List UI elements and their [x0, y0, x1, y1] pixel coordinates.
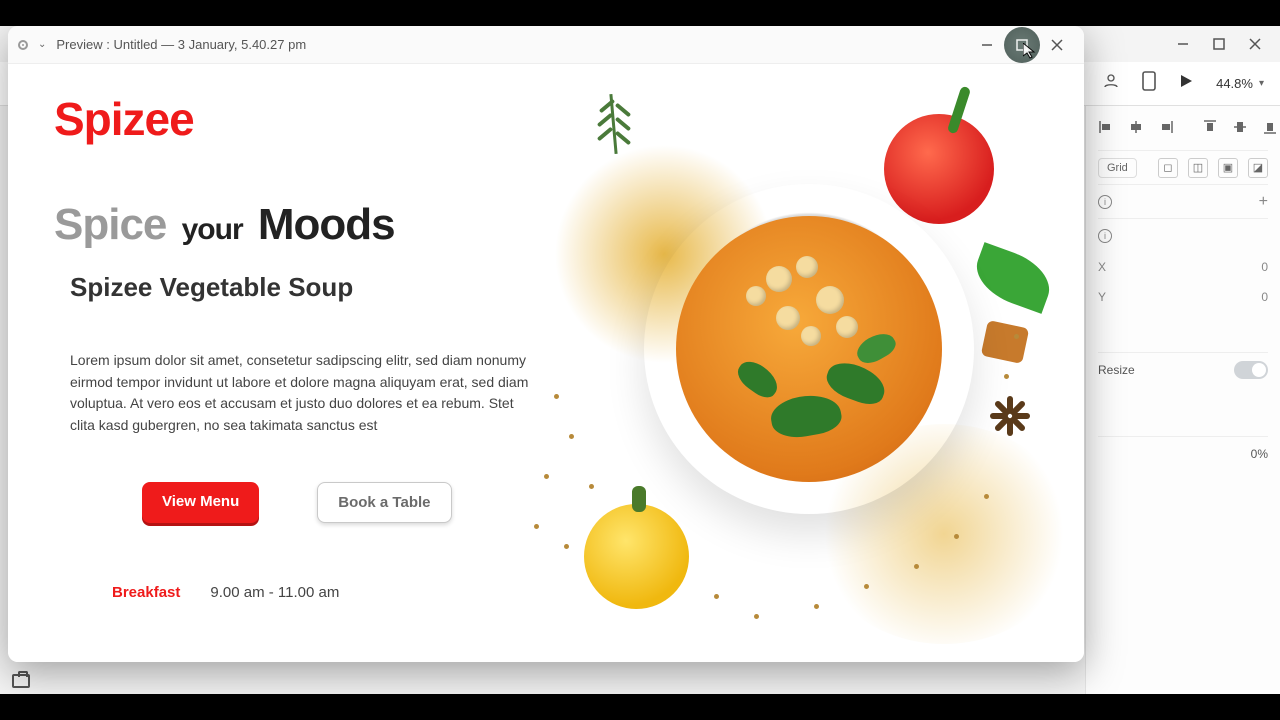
zoom-value: 44.8%	[1216, 76, 1253, 91]
meal-time: 9.00 am - 11.00 am	[210, 584, 339, 601]
bool-intersect-icon[interactable]: ▣	[1218, 158, 1238, 178]
star-anise	[992, 418, 1028, 454]
section-2: i	[1098, 218, 1268, 252]
x-label: X	[1098, 260, 1106, 274]
grid-row: Grid ◻ ◫ ▣ ◪	[1098, 150, 1268, 184]
device-icon[interactable]	[1142, 71, 1156, 96]
hero-food-image	[514, 74, 1074, 654]
letterbox-top	[0, 0, 1280, 26]
subtitle: Spizee Vegetable Soup	[70, 272, 353, 303]
letterbox-bottom	[0, 694, 1280, 720]
close-button[interactable]	[1040, 31, 1074, 59]
align-right-icon[interactable]	[1158, 118, 1174, 136]
button-row: View Menu Book a Table	[142, 482, 452, 523]
align-controls	[1098, 114, 1268, 136]
bool-exclude-icon[interactable]: ◪	[1248, 158, 1268, 178]
align-middle-icon[interactable]	[1232, 118, 1248, 136]
record-icon[interactable]	[18, 40, 28, 50]
y-value[interactable]: 0	[1261, 290, 1268, 304]
x-row: X 0	[1098, 252, 1268, 282]
align-left-icon[interactable]	[1098, 118, 1114, 136]
minimize-button[interactable]	[970, 31, 1004, 59]
y-label: Y	[1098, 290, 1106, 304]
x-value[interactable]: 0	[1261, 260, 1268, 274]
hours-row: Breakfast 9.00 am - 11.00 am	[112, 584, 339, 601]
close-icon[interactable]	[1248, 37, 1262, 51]
bool-subtract-icon[interactable]: ◫	[1188, 158, 1208, 178]
preview-canvas: Spizee Spice your Moods Spizee Vegetable…	[8, 64, 1084, 662]
book-table-button[interactable]: Book a Table	[317, 482, 451, 523]
maximize-icon[interactable]	[1212, 37, 1226, 51]
yellow-pepper	[584, 504, 689, 609]
preview-title: Preview : Untitled — 3 January, 5.40.27 …	[56, 37, 306, 52]
view-menu-button[interactable]: View Menu	[142, 482, 259, 523]
align-bottom-icon[interactable]	[1262, 118, 1278, 136]
resize-row: Resize	[1098, 352, 1268, 386]
chevron-down-icon: ▾	[1259, 78, 1264, 89]
align-top-icon[interactable]	[1202, 118, 1218, 136]
headline-word-1: Spice	[54, 200, 166, 249]
resize-toggle[interactable]	[1234, 361, 1268, 379]
mouse-cursor-icon	[1023, 43, 1039, 59]
maximize-button[interactable]	[1004, 27, 1040, 63]
properties-panel: Grid ◻ ◫ ▣ ◪ i + i X 0 Y 0	[1085, 106, 1280, 694]
preview-window: ⌄ Preview : Untitled — 3 January, 5.40.2…	[8, 26, 1084, 662]
headline-word-3: Moods	[258, 200, 395, 249]
crouton	[981, 320, 1030, 364]
description-text: Lorem ipsum dolor sit amet, consetetur s…	[70, 350, 540, 437]
preview-titlebar: ⌄ Preview : Untitled — 3 January, 5.40.2…	[8, 26, 1084, 64]
red-pepper	[884, 114, 994, 224]
section-1: i +	[1098, 184, 1268, 218]
align-center-icon[interactable]	[1128, 118, 1144, 136]
account-icon[interactable]	[1102, 72, 1120, 95]
briefcase-icon[interactable]	[12, 674, 30, 688]
zoom-control[interactable]: 44.8% ▾	[1216, 76, 1264, 91]
meal-label: Breakfast	[112, 584, 180, 601]
soup	[676, 216, 942, 482]
bool-union-icon[interactable]: ◻	[1158, 158, 1178, 178]
y-row: Y 0	[1098, 282, 1268, 312]
brand-logo: Spizee	[54, 92, 194, 146]
percent-value[interactable]: 0%	[1251, 447, 1268, 461]
add-icon[interactable]: +	[1259, 193, 1268, 211]
herb-sprig	[584, 94, 644, 184]
grid-chip[interactable]: Grid	[1098, 158, 1137, 178]
resize-label: Resize	[1098, 363, 1135, 377]
stage: 44.8% ▾ Grid ◻ ◫ ▣ ◪	[0, 26, 1280, 694]
info-icon[interactable]: i	[1098, 195, 1112, 209]
headline-word-2: your	[182, 213, 243, 246]
headline: Spice your Moods	[54, 200, 395, 250]
chevron-down-icon[interactable]: ⌄	[38, 39, 46, 50]
minimize-icon[interactable]	[1176, 37, 1190, 51]
percent-row: 0%	[1098, 436, 1268, 470]
basil-leaf	[968, 242, 1058, 314]
play-icon[interactable]	[1178, 73, 1194, 94]
info-icon-2[interactable]: i	[1098, 229, 1112, 243]
